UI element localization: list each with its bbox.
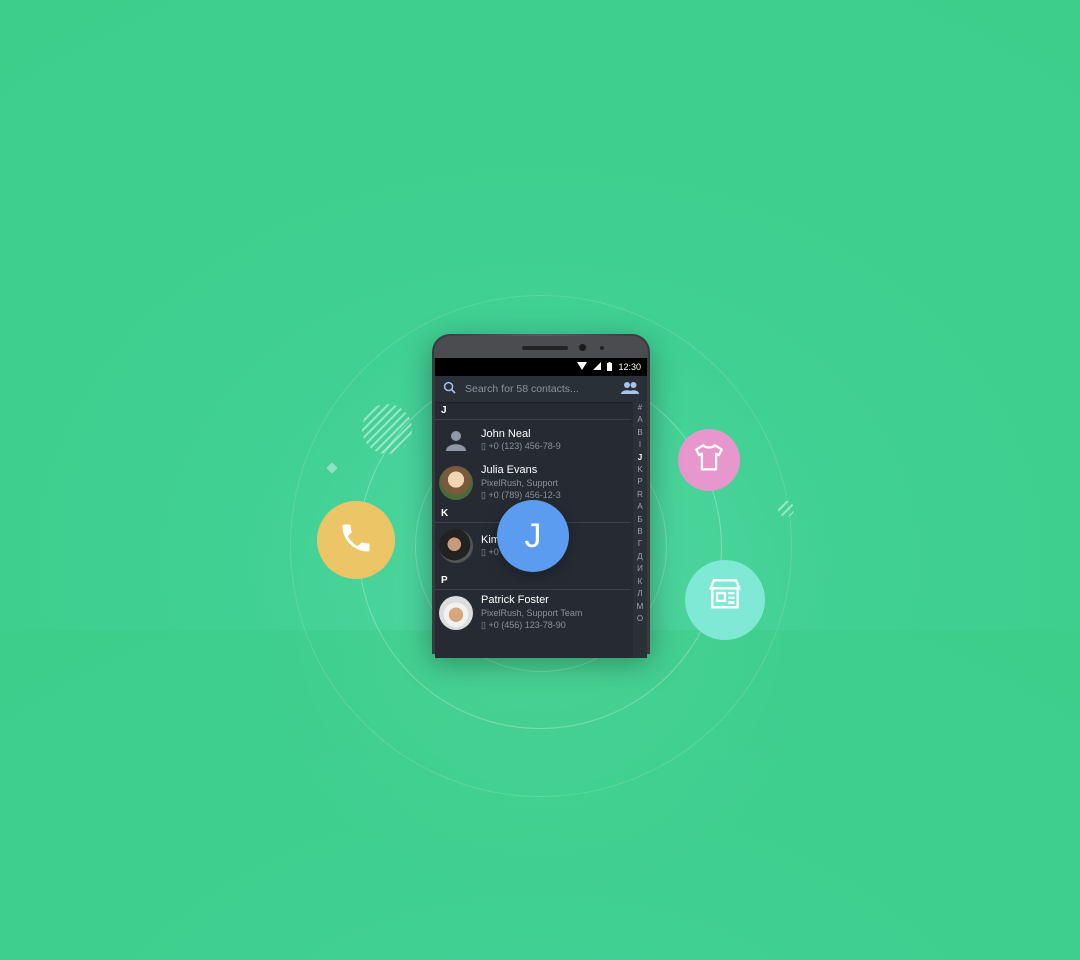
section-header-j: J xyxy=(435,403,631,420)
contact-company: PixelRush, Support Team xyxy=(481,607,583,618)
phone-sensor xyxy=(600,346,604,350)
letter-popup-text: J xyxy=(524,516,542,555)
phone-device: 12:30 Search for 58 contacts... J John N… xyxy=(432,334,650,658)
hatched-circle-decoration xyxy=(362,404,412,454)
search-icon[interactable] xyxy=(443,381,456,397)
status-bar: 12:30 xyxy=(435,358,647,376)
contact-name: John Neal xyxy=(481,427,531,440)
store-bubble[interactable] xyxy=(685,560,765,640)
contact-row[interactable]: John Neal ▯ +0 (123) 456-78-9 xyxy=(435,420,631,460)
alphabet-index-letter[interactable]: Л xyxy=(637,588,642,600)
alphabet-index-letter[interactable]: Д xyxy=(637,551,642,563)
phone-icon xyxy=(338,520,374,561)
contact-phone: ▯ +0 xyxy=(481,547,499,557)
phone-bubble[interactable] xyxy=(317,501,395,579)
alphabet-index-letter[interactable]: К xyxy=(638,576,643,588)
shirt-bubble[interactable] xyxy=(678,429,740,491)
wifi-icon xyxy=(577,362,588,372)
phone-top-bezel xyxy=(434,336,648,358)
alphabet-index-letter[interactable]: А xyxy=(637,501,642,513)
alphabet-index-letter[interactable]: И xyxy=(637,563,643,575)
alphabet-index-letter[interactable]: В xyxy=(637,526,642,538)
alphabet-index-letter[interactable]: О xyxy=(637,613,643,625)
alphabet-index[interactable]: # A B I J K P R А Б В Г Д И К Л М О xyxy=(633,402,647,658)
alphabet-index-letter[interactable]: B xyxy=(637,427,642,439)
alphabet-index-letter[interactable]: М xyxy=(637,601,644,613)
section-header-p: P xyxy=(435,573,631,590)
alphabet-index-letter[interactable]: # xyxy=(638,402,642,414)
alphabet-index-letter[interactable]: Г xyxy=(638,538,642,550)
contacts-group-icon[interactable] xyxy=(621,381,639,397)
alphabet-index-letter[interactable]: K xyxy=(637,464,642,476)
phone-speaker xyxy=(522,346,568,350)
contact-company: PixelRush, Support xyxy=(481,477,559,488)
store-icon xyxy=(706,574,744,617)
phone-camera xyxy=(579,344,586,351)
shirt-icon xyxy=(692,441,726,480)
search-bar[interactable]: Search for 58 contacts... xyxy=(435,376,647,403)
letter-popup-bubble: J xyxy=(497,500,569,572)
contact-phone: ▯ +0 (123) 456-78-9 xyxy=(481,441,561,451)
contact-name: Patrick Foster xyxy=(481,594,549,607)
contact-phone: ▯ +0 (789) 456-12-3 xyxy=(481,490,561,501)
status-time: 12:30 xyxy=(618,362,641,372)
alphabet-index-letter[interactable]: I xyxy=(639,439,641,451)
alphabet-index-letter[interactable]: R xyxy=(637,489,643,501)
alphabet-index-letter[interactable]: Б xyxy=(637,514,642,526)
alphabet-index-letter[interactable]: A xyxy=(637,414,642,426)
hatched-dot-decoration xyxy=(778,501,794,517)
avatar xyxy=(439,529,473,563)
alphabet-index-letter[interactable]: J xyxy=(638,452,642,464)
default-avatar-icon xyxy=(439,423,473,457)
search-input[interactable]: Search for 58 contacts... xyxy=(465,383,612,395)
signal-icon xyxy=(593,362,602,372)
alphabet-index-letter[interactable]: P xyxy=(637,476,642,488)
avatar xyxy=(439,466,473,500)
contact-name: Julia Evans xyxy=(481,464,538,477)
contact-row[interactable]: Patrick Foster PixelRush, Support Team ▯… xyxy=(435,590,631,636)
battery-icon xyxy=(607,361,613,373)
avatar xyxy=(439,596,473,630)
